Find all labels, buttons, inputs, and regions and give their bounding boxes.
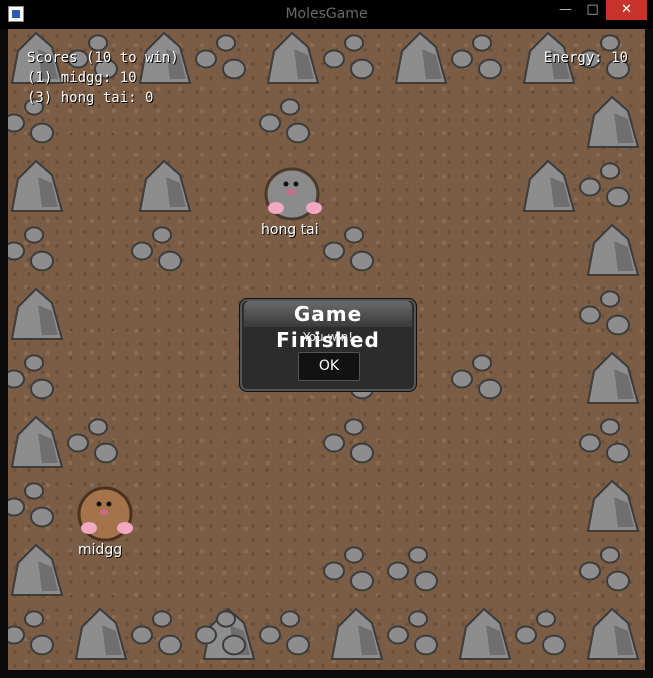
mole-eye: [293, 181, 299, 187]
game-finished-dialog: Game Finished You win! OK: [239, 298, 417, 392]
rock-tile: [330, 607, 384, 660]
rock-tile: [586, 351, 640, 404]
player-name-midgg: midgg: [78, 542, 123, 558]
mole-paw: [117, 522, 133, 534]
rock-tile: [10, 543, 64, 596]
rock-tile: [266, 31, 320, 84]
rock-tile: [586, 223, 640, 276]
rock-tile: [74, 607, 128, 660]
rock-tile: [138, 159, 192, 212]
minimize-button[interactable]: —: [552, 0, 579, 20]
mole-sprite-hong-tai: [264, 167, 322, 221]
mole-nose: [100, 509, 108, 515]
rock-tile: [10, 415, 64, 468]
mole-paw: [81, 522, 97, 534]
game-window: MolesGame — □ ✕ Scores (10 to win) (1) m…: [0, 0, 653, 678]
mole-nose: [287, 189, 295, 195]
close-button[interactable]: ✕: [606, 0, 647, 20]
scores-header: Scores (10 to win): [27, 50, 179, 66]
rock-tile: [586, 479, 640, 532]
rock-cluster: [579, 162, 630, 208]
rock-cluster: [579, 418, 630, 464]
mole-paw: [306, 202, 322, 214]
rock-cluster: [387, 610, 438, 656]
ok-button[interactable]: OK: [298, 352, 360, 381]
rock-tile: [458, 607, 512, 660]
rock-cluster: [323, 226, 374, 272]
rock-tile: [10, 287, 64, 340]
rock-tile: [586, 95, 640, 148]
rock-cluster: [8, 354, 54, 400]
rock-tile: [394, 31, 448, 84]
score-line-1: (1) midgg: 10: [27, 70, 137, 86]
mole-paw: [268, 202, 284, 214]
rock-cluster: [131, 226, 182, 272]
rock-cluster: [67, 418, 118, 464]
rock-cluster: [259, 98, 310, 144]
rock-cluster: [579, 290, 630, 336]
rock-tile: [522, 159, 576, 212]
mole-eye: [283, 181, 289, 187]
rock-cluster: [387, 546, 438, 592]
rock-cluster: [8, 226, 54, 272]
dialog-message: You win!: [302, 330, 354, 344]
rock-cluster: [259, 610, 310, 656]
rock-tile: [586, 607, 640, 660]
mole-eye: [96, 501, 102, 507]
rock-cluster: [323, 418, 374, 464]
maximize-button[interactable]: □: [579, 0, 606, 20]
rock-cluster: [323, 546, 374, 592]
rock-cluster: [451, 354, 502, 400]
player-name-hong-tai: hong tai: [261, 222, 319, 238]
dialog-title: Game Finished: [244, 301, 412, 352]
score-line-2: (3) hong tai: 0: [27, 90, 154, 106]
rock-tile: [10, 159, 64, 212]
rock-cluster: [579, 546, 630, 592]
mole-sprite-midgg: [77, 486, 133, 542]
energy-display: Energy: 10: [543, 50, 628, 66]
rock-cluster: [8, 482, 54, 528]
rock-cluster: [515, 610, 566, 656]
mole-eye: [106, 501, 112, 507]
rock-cluster: [131, 610, 182, 656]
rock-cluster: [323, 34, 374, 80]
rock-cluster: [195, 34, 246, 80]
rock-cluster: [451, 34, 502, 80]
title-bar: MolesGame — □ ✕: [0, 0, 653, 29]
rock-cluster: [8, 610, 54, 656]
